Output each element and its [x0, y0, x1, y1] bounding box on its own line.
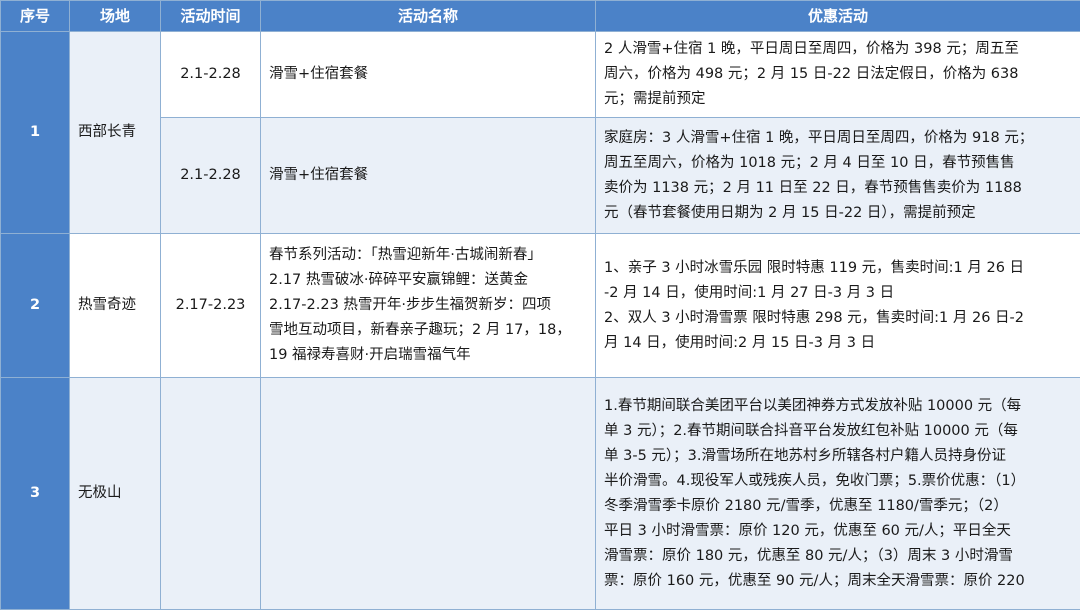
- activity-name-line: 2.17 热雪破冰·碎碎平安赢锦鲤：送黄金: [269, 268, 587, 293]
- offer-line: 票：原价 160 元，优惠至 90 元/人；周末全天滑雪票：原价 220: [604, 569, 1072, 594]
- activity-name-cell: 滑雪+住宿套餐: [261, 32, 596, 118]
- offer-line: 1、亲子 3 小时冰雪乐园 限时特惠 119 元，售卖时间:1 月 26 日: [604, 256, 1072, 281]
- offer-line: 冬季滑雪季卡原价 2180 元/雪季，优惠至 1180/雪季元；（2）: [604, 494, 1072, 519]
- offer-line: 家庭房：3 人滑雪+住宿 1 晚，平日周日至周四，价格为 918 元；: [604, 126, 1072, 151]
- table-row: 2 热雪奇迹 2.17-2.23 春节系列活动：「热雪迎新年·古城闹新春」 2.…: [1, 234, 1080, 378]
- offer-cell: 家庭房：3 人滑雪+住宿 1 晚，平日周日至周四，价格为 918 元； 周五至周…: [596, 118, 1080, 234]
- period-cell: 2.1-2.28: [161, 118, 261, 234]
- offer-line: 平日 3 小时滑雪票：原价 120 元，优惠至 60 元/人；平日全天: [604, 519, 1072, 544]
- offer-line: 周五至周六，价格为 1018 元；2 月 4 日至 10 日，春节预售售: [604, 151, 1072, 176]
- offer-line: 单 3 元）；2.春节期间联合抖音平台发放红包补贴 10000 元（每: [604, 419, 1072, 444]
- offer-line: 元；需提前预定: [604, 87, 1072, 112]
- header-offer: 优惠活动: [596, 1, 1080, 32]
- table-row: 2.1-2.28 滑雪+住宿套餐 家庭房：3 人滑雪+住宿 1 晚，平日周日至周…: [1, 118, 1080, 234]
- offer-cell: 1、亲子 3 小时冰雪乐园 限时特惠 119 元，售卖时间:1 月 26 日 -…: [596, 234, 1080, 378]
- header-period: 活动时间: [161, 1, 261, 32]
- offer-line: 半价滑雪。4.现役军人或残疾人员，免收门票；5.票价优惠：（1）: [604, 469, 1072, 494]
- header-row: 序号 场地 活动时间 活动名称 优惠活动: [1, 1, 1080, 32]
- row-number: 3: [1, 378, 70, 610]
- header-no: 序号: [1, 1, 70, 32]
- period-cell: 2.1-2.28: [161, 32, 261, 118]
- offer-line: 滑雪票：原价 180 元，优惠至 80 元/人；（3）周末 3 小时滑雪: [604, 544, 1072, 569]
- venue-cell: 无极山: [70, 378, 161, 610]
- offer-line: 周六，价格为 498 元；2 月 15 日-22 日法定假日，价格为 638: [604, 62, 1072, 87]
- offer-line: 单 3-5 元）；3.滑雪场所在地苏村乡所辖各村户籍人员持身份证: [604, 444, 1072, 469]
- offer-cell: 1.春节期间联合美团平台以美团神券方式发放补贴 10000 元（每 单 3 元）…: [596, 378, 1080, 610]
- row-number: 1: [1, 32, 70, 234]
- offer-line: 元（春节套餐使用日期为 2 月 15 日-22 日），需提前预定: [604, 201, 1072, 226]
- activity-name-line: 2.17-2.23 热雪开年·步步生福贺新岁：四项: [269, 293, 587, 318]
- period-cell: [161, 378, 261, 610]
- row-number: 2: [1, 234, 70, 378]
- activity-name-line: 雪地互动项目，新春亲子趣玩；2 月 17，18，: [269, 318, 587, 343]
- offer-line: -2 月 14 日，使用时间:1 月 27 日-3 月 3 日: [604, 281, 1072, 306]
- offer-line: 卖价为 1138 元；2 月 11 日至 22 日，春节预售售卖价为 1188: [604, 176, 1072, 201]
- offer-line: 2、双人 3 小时滑雪票 限时特惠 298 元，售卖时间:1 月 26 日-2: [604, 306, 1072, 331]
- venue-cell: 西部长青: [70, 32, 161, 234]
- activity-name-cell: [261, 378, 596, 610]
- header-venue: 场地: [70, 1, 161, 32]
- activity-name-cell: 滑雪+住宿套餐: [261, 118, 596, 234]
- offer-line: 2 人滑雪+住宿 1 晚，平日周日至周四，价格为 398 元；周五至: [604, 37, 1072, 62]
- offer-cell: 2 人滑雪+住宿 1 晚，平日周日至周四，价格为 398 元；周五至 周六，价格…: [596, 32, 1080, 118]
- promotion-table: 序号 场地 活动时间 活动名称 优惠活动 1 西部长青 2.1-2.28 滑雪+…: [0, 0, 1080, 610]
- offer-line: 1.春节期间联合美团平台以美团神券方式发放补贴 10000 元（每: [604, 394, 1072, 419]
- activity-name-cell: 春节系列活动：「热雪迎新年·古城闹新春」 2.17 热雪破冰·碎碎平安赢锦鲤：送…: [261, 234, 596, 378]
- activity-name-line: 19 福禄寿喜财·开启瑞雪福气年: [269, 343, 587, 368]
- table-row: 3 无极山 1.春节期间联合美团平台以美团神券方式发放补贴 10000 元（每 …: [1, 378, 1080, 610]
- offer-line: 月 14 日，使用时间:2 月 15 日-3 月 3 日: [604, 331, 1072, 356]
- period-cell: 2.17-2.23: [161, 234, 261, 378]
- venue-cell: 热雪奇迹: [70, 234, 161, 378]
- table-row: 1 西部长青 2.1-2.28 滑雪+住宿套餐 2 人滑雪+住宿 1 晚，平日周…: [1, 32, 1080, 118]
- header-name: 活动名称: [261, 1, 596, 32]
- activity-name-line: 春节系列活动：「热雪迎新年·古城闹新春」: [269, 243, 587, 268]
